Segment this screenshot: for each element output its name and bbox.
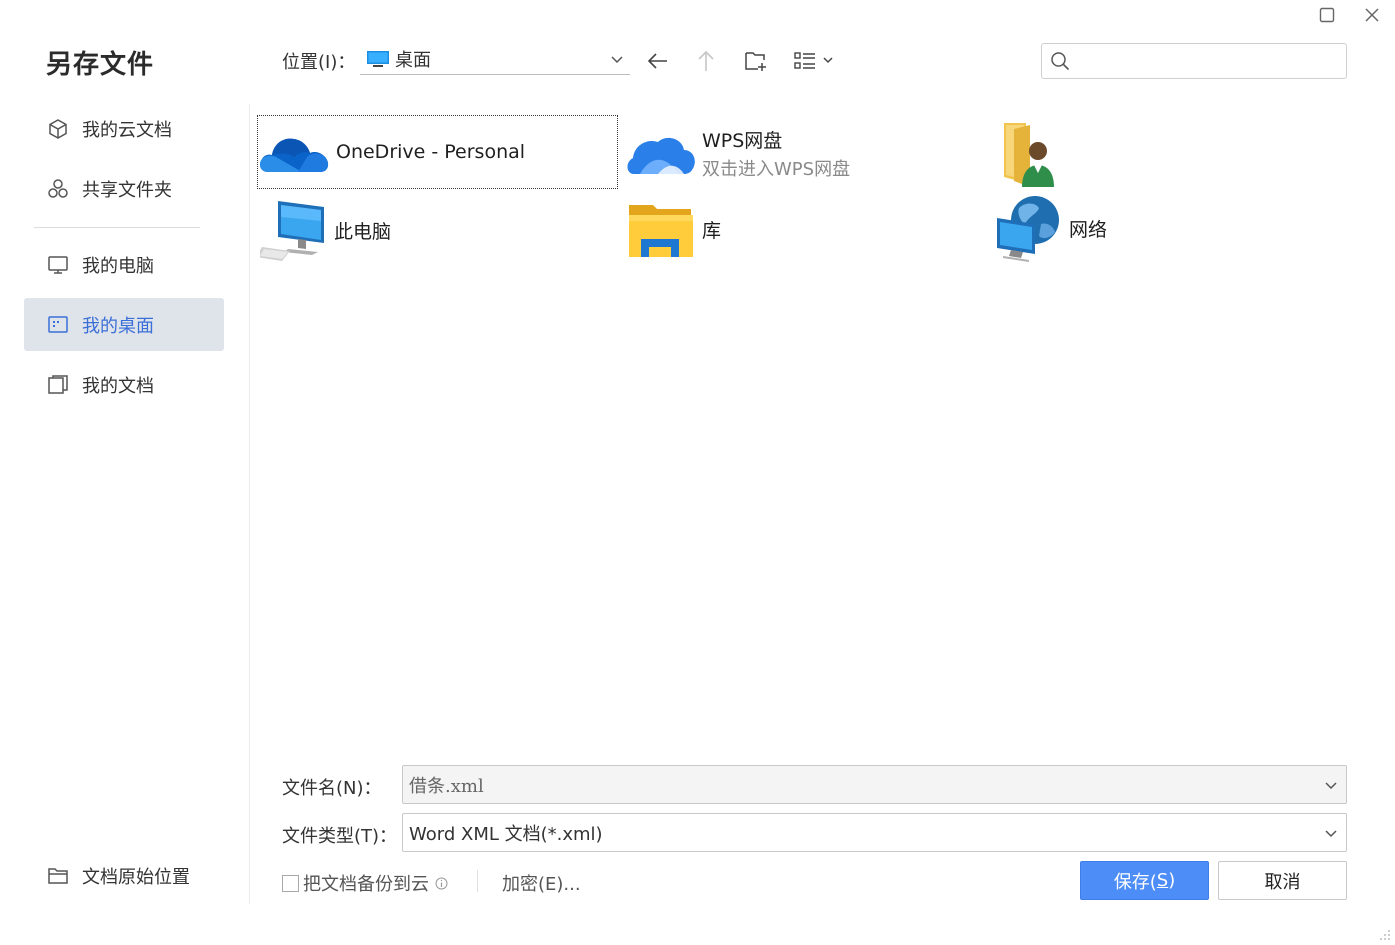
wps-cloud-icon (627, 137, 695, 174)
sidebar-divider (34, 227, 200, 228)
encrypt-link[interactable]: 加密(E)... (502, 870, 581, 896)
sidebar-item-label: 我的文档 (82, 375, 154, 397)
computer-icon (260, 201, 324, 261)
new-folder-button[interactable] (741, 46, 771, 76)
sidebar-item-my-computer[interactable]: 我的电脑 (24, 238, 224, 291)
list-view-icon (794, 52, 833, 69)
filename-field[interactable]: 借条.xml (402, 765, 1347, 804)
location-label: 位置(I)： (282, 52, 356, 73)
arrow-up-icon (698, 50, 714, 71)
search-box[interactable] (1041, 43, 1347, 79)
search-input[interactable] (1074, 46, 1334, 76)
dialog-title: 另存文件 (46, 50, 155, 80)
desktop-icon (46, 313, 70, 337)
filename-value: 借条.xml (409, 775, 484, 797)
sidebar-item-label: 我的云文档 (82, 119, 172, 141)
item-subtitle: 双击进入WPS网盘 (702, 158, 851, 180)
list-item-user-folder[interactable] (1000, 120, 1070, 190)
cancel-button[interactable]: 取消 (1218, 861, 1347, 900)
share-circles-icon (46, 177, 70, 201)
back-button[interactable] (643, 46, 673, 76)
sidebar-item-my-documents[interactable]: 我的文档 (24, 358, 224, 411)
item-name: WPS网盘 (702, 129, 783, 152)
close-icon (1365, 8, 1379, 22)
location-dropdown[interactable]: 桌面 (360, 44, 630, 75)
maximize-icon (1319, 7, 1335, 23)
documents-icon (46, 373, 70, 397)
save-label-end: ) (1168, 870, 1176, 891)
list-item-wps-cloud[interactable]: WPS网盘 双击进入WPS网盘 (626, 118, 986, 188)
list-item-library[interactable]: 库 (627, 198, 927, 260)
save-label-main: 保存( (1113, 871, 1157, 893)
close-button[interactable] (1357, 2, 1387, 28)
sidebar-item-shared-folder[interactable]: 共享文件夹 (24, 162, 224, 215)
chevron-down-icon (1325, 830, 1337, 838)
network-globe-icon (997, 196, 1059, 262)
new-folder-icon (745, 52, 766, 71)
sidebar-item-original-location[interactable]: 文档原始位置 (24, 849, 224, 902)
filetype-label: 文件类型(T)： (282, 826, 398, 847)
maximize-button[interactable] (1312, 2, 1342, 28)
sidebar-item-my-desktop[interactable]: 我的桌面 (24, 298, 224, 351)
search-icon (1051, 52, 1070, 71)
sidebar-item-label: 我的桌面 (82, 315, 154, 337)
chevron-down-icon (1325, 782, 1337, 790)
user-folder-icon (1004, 123, 1054, 187)
arrow-left-icon (647, 53, 667, 69)
library-folder-icon (629, 205, 693, 257)
item-name: 此电脑 (334, 220, 392, 243)
monitor-icon (46, 253, 70, 277)
option-divider (477, 870, 478, 892)
onedrive-cloud-icon (260, 138, 329, 172)
list-item-this-pc[interactable]: 此电脑 (260, 196, 560, 264)
sidebar-item-label: 文档原始位置 (82, 866, 190, 888)
sidebar-item-cloud-docs[interactable]: 我的云文档 (24, 102, 224, 155)
item-name: 库 (702, 219, 722, 242)
view-mode-button[interactable] (792, 46, 836, 76)
list-item-onedrive[interactable]: OneDrive - Personal (257, 115, 618, 189)
list-item-network[interactable]: 网络 (995, 194, 1295, 262)
save-button[interactable]: 保存(S) (1080, 861, 1209, 900)
info-icon (435, 877, 448, 889)
backup-label: 把文档备份到云 (303, 874, 429, 895)
sidebar-item-label: 我的电脑 (82, 255, 154, 277)
sidebar: 另存文件 我的云文档 共享文件夹 我的电脑 我的桌面 我的文档 文档原始位置 (0, 0, 250, 945)
desktop-monitor-icon (367, 51, 389, 67)
filetype-value: Word XML 文档(*.xml) (409, 823, 603, 845)
sidebar-border (249, 104, 250, 904)
cube-icon (46, 117, 70, 141)
filetype-dropdown[interactable]: Word XML 文档(*.xml) (402, 813, 1347, 852)
folder-icon (46, 864, 70, 888)
filename-label: 文件名(N)： (282, 778, 382, 799)
backup-to-cloud-option[interactable]: 把文档备份到云 (282, 870, 448, 896)
chevron-down-icon (611, 56, 623, 64)
up-button[interactable] (691, 46, 721, 76)
save-label-key: S (1156, 870, 1169, 891)
resize-grip-icon[interactable] (1379, 929, 1391, 941)
sidebar-item-label: 共享文件夹 (82, 179, 172, 201)
item-name: OneDrive - Personal (336, 141, 526, 163)
item-name: 网络 (1069, 218, 1108, 241)
backup-checkbox[interactable] (282, 874, 299, 892)
location-value: 桌面 (395, 50, 431, 71)
